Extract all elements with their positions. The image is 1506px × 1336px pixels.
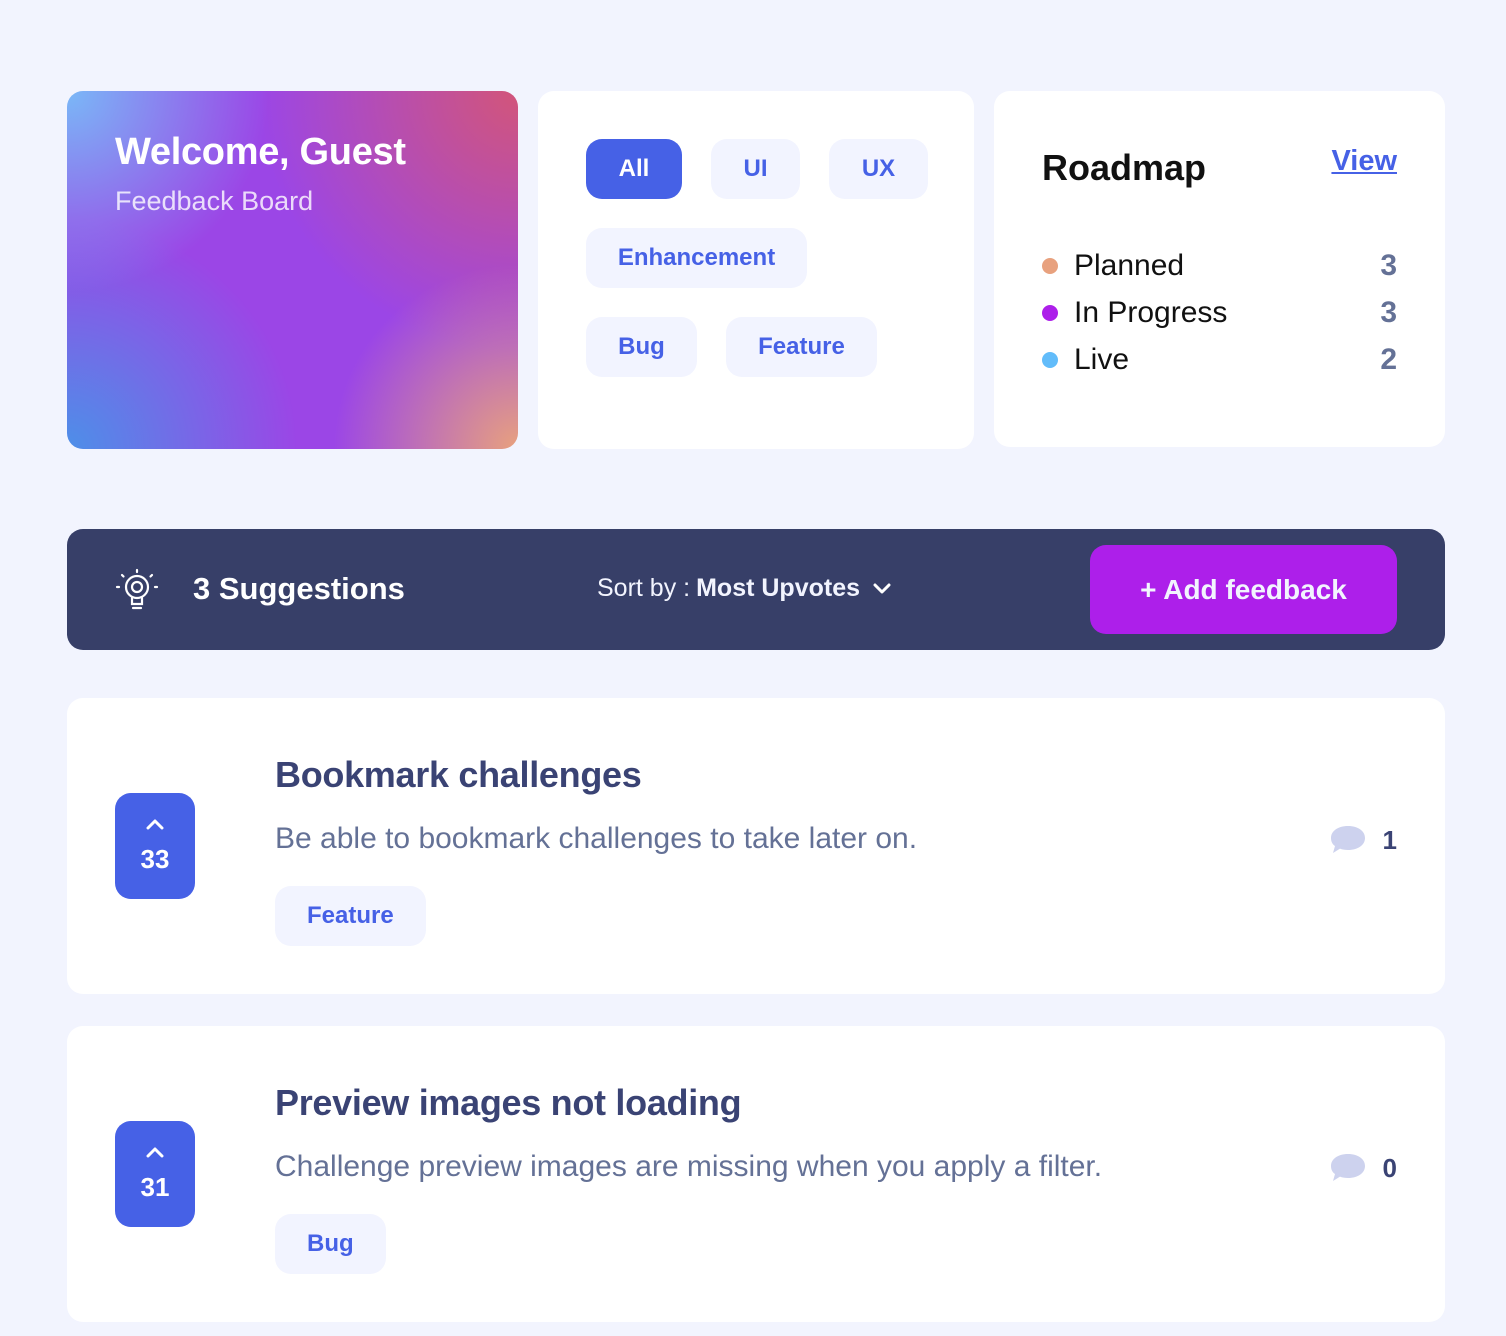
- roadmap-title: Roadmap: [1042, 147, 1207, 188]
- roadmap-count: 3: [1380, 249, 1397, 282]
- suggestions-count: 3 Suggestions: [193, 571, 405, 606]
- upvote-button[interactable]: 33: [115, 793, 195, 899]
- planned-status-dot: [1042, 258, 1058, 274]
- feedback-card[interactable]: 33 Bookmark challenges Be able to bookma…: [67, 698, 1445, 994]
- comment-bubble-icon: [1330, 1154, 1365, 1181]
- roadmap-label: In Progress: [1074, 296, 1228, 329]
- upvote-button[interactable]: 31: [115, 1121, 195, 1227]
- filter-chip-ux[interactable]: UX: [829, 139, 928, 199]
- roadmap-card: Roadmap View Planned 3 In Progress 3 Liv…: [994, 91, 1445, 447]
- comment-bubble-icon: [1330, 826, 1365, 853]
- lightbulb-icon: [115, 568, 159, 610]
- filter-chip-feature[interactable]: Feature: [726, 317, 877, 377]
- roadmap-row-live: Live 2: [1042, 340, 1397, 380]
- filter-card: All UI UX Enhancement Bug Feature: [538, 91, 974, 449]
- board-subtitle: Feedback Board: [115, 186, 314, 216]
- feedback-title[interactable]: Bookmark challenges: [275, 754, 642, 796]
- filter-chip-bug[interactable]: Bug: [586, 317, 697, 377]
- roadmap-row-in-progress: In Progress 3: [1042, 293, 1397, 333]
- comment-count: 1: [1382, 824, 1397, 855]
- chevron-up-icon: [146, 819, 164, 829]
- upvote-count: 31: [140, 1171, 170, 1202]
- live-status-dot: [1042, 352, 1058, 368]
- roadmap-row-planned: Planned 3: [1042, 246, 1397, 286]
- comment-count: 0: [1382, 1152, 1397, 1183]
- sort-dropdown[interactable]: Sort by : Most Upvotes: [597, 574, 892, 603]
- roadmap-count: 2: [1380, 343, 1397, 376]
- chevron-up-icon: [146, 1147, 164, 1157]
- filter-chip-enhancement[interactable]: Enhancement: [586, 228, 807, 288]
- roadmap-count: 3: [1380, 296, 1397, 329]
- sort-value: Most Upvotes: [696, 574, 860, 602]
- suggestions-toolbar: 3 Suggestions Sort by : Most Upvotes + A…: [67, 529, 1445, 650]
- roadmap-label: Live: [1074, 343, 1130, 376]
- feedback-description: Challenge preview images are missing whe…: [275, 1150, 1103, 1183]
- sort-label: Sort by :: [597, 574, 691, 602]
- feedback-title[interactable]: Preview images not loading: [275, 1082, 742, 1124]
- filter-chip-all[interactable]: All: [586, 139, 682, 199]
- feedback-tag[interactable]: Bug: [275, 1214, 386, 1274]
- upvote-count: 33: [140, 843, 170, 874]
- chevron-down-icon: [873, 583, 891, 593]
- brand-card: Welcome, Guest Feedback Board: [67, 91, 518, 449]
- roadmap-label: Planned: [1074, 249, 1185, 282]
- feedback-tag[interactable]: Feature: [275, 886, 426, 946]
- roadmap-view-link[interactable]: View: [1331, 145, 1397, 178]
- add-feedback-button[interactable]: + Add feedback: [1090, 545, 1397, 634]
- in-progress-status-dot: [1042, 305, 1058, 321]
- welcome-title: Welcome, Guest: [115, 131, 406, 173]
- comments-count-group[interactable]: 1: [1329, 824, 1397, 856]
- feedback-card[interactable]: 31 Preview images not loading Challenge …: [67, 1026, 1445, 1322]
- comments-count-group[interactable]: 0: [1329, 1152, 1397, 1184]
- feedback-description: Be able to bookmark challenges to take l…: [275, 822, 918, 855]
- filter-chip-ui[interactable]: UI: [711, 139, 800, 199]
